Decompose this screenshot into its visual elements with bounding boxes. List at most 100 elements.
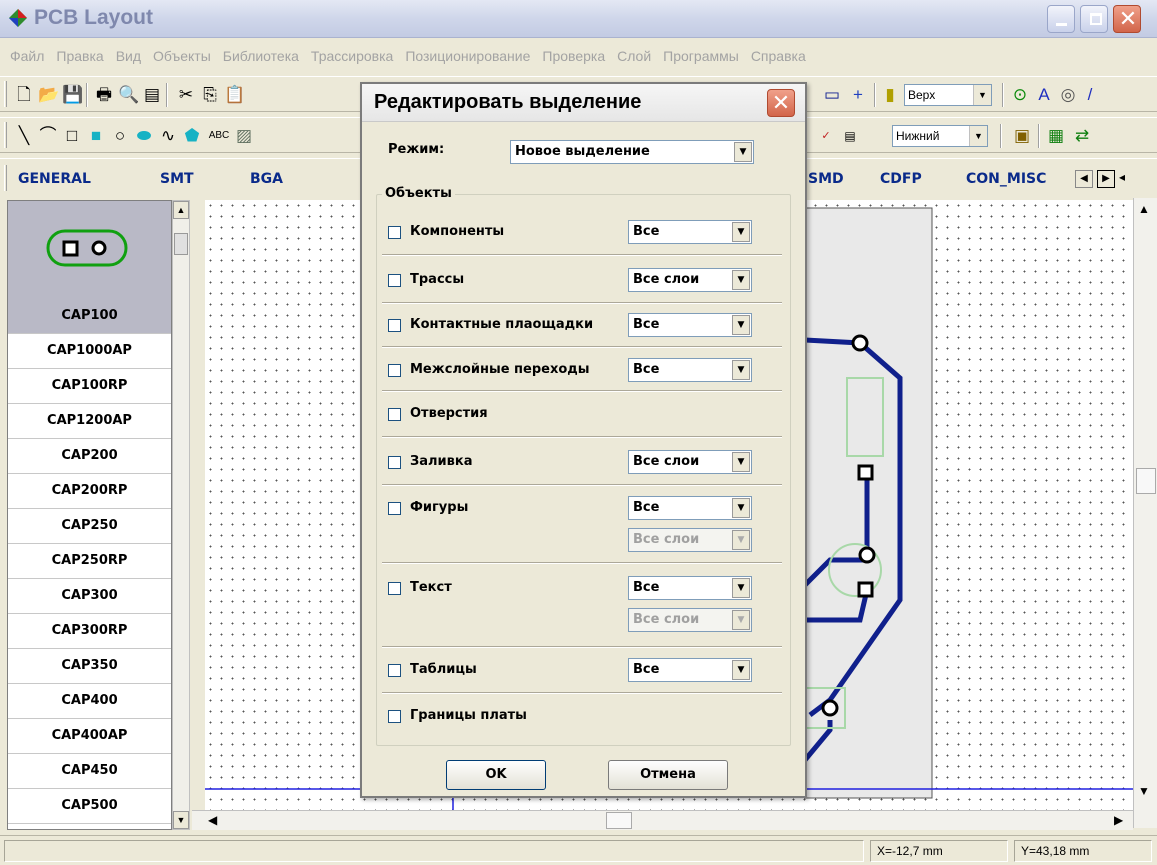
toolbar-grip[interactable] bbox=[4, 122, 7, 148]
list-item[interactable]: CAP400AP bbox=[8, 719, 171, 754]
paste-icon[interactable]: 📋 bbox=[224, 85, 245, 105]
save-icon[interactable]: 💾 bbox=[62, 85, 83, 105]
menu-programs[interactable]: Программы bbox=[657, 44, 745, 72]
scroll-up-icon[interactable]: ▲ bbox=[173, 201, 189, 219]
drc-icon[interactable]: ✓ bbox=[816, 126, 836, 146]
cut-icon[interactable]: ✂ bbox=[176, 85, 196, 105]
list-item[interactable]: CAP200 bbox=[8, 439, 171, 474]
arc-icon[interactable]: ⌒ bbox=[38, 126, 58, 146]
text-tool-icon[interactable]: ABC bbox=[206, 126, 232, 146]
via-icon[interactable]: ⊙ bbox=[1010, 85, 1030, 105]
rectangle-icon[interactable]: □ bbox=[62, 126, 82, 146]
text-checkbox[interactable] bbox=[388, 582, 401, 595]
mode-select[interactable]: Новое выделение ▼ bbox=[510, 140, 754, 164]
holes-checkbox[interactable] bbox=[388, 408, 401, 421]
pads-filter-select[interactable]: Все ▼ bbox=[628, 313, 752, 337]
list-item[interactable]: CAP200RP bbox=[8, 474, 171, 509]
scroll-thumb[interactable] bbox=[1136, 468, 1156, 494]
dialog-close-button[interactable]: ✕ bbox=[767, 89, 795, 117]
swap-icon[interactable]: ⇄ bbox=[1072, 126, 1092, 146]
ok-button[interactable]: OK bbox=[446, 760, 546, 790]
menu-layer[interactable]: Слой bbox=[611, 44, 657, 72]
list-item[interactable]: CAP1200AP bbox=[8, 404, 171, 439]
scroll-thumb[interactable] bbox=[174, 233, 188, 255]
route-icon[interactable]: / bbox=[1080, 85, 1100, 105]
tab-smt[interactable]: SMT bbox=[160, 171, 194, 187]
circle-icon[interactable]: ○ bbox=[110, 126, 130, 146]
traces-layer-select[interactable]: Все слои ▼ bbox=[628, 268, 752, 292]
menu-check[interactable]: Проверка bbox=[536, 44, 611, 72]
menu-placement[interactable]: Позиционирование bbox=[399, 44, 536, 72]
list-item[interactable]: CAP1000AP bbox=[8, 334, 171, 369]
list-item[interactable]: CAP100 bbox=[8, 299, 171, 334]
vias-filter-select[interactable]: Все ▼ bbox=[628, 358, 752, 382]
tab-general[interactable]: GENERAL bbox=[18, 171, 91, 187]
list-item[interactable]: CAP400 bbox=[8, 684, 171, 719]
list-item[interactable]: CAP350 bbox=[8, 649, 171, 684]
scroll-thumb[interactable] bbox=[606, 812, 632, 829]
tables-filter-select[interactable]: Все ▼ bbox=[628, 658, 752, 682]
new-file-icon[interactable]: 🗋 bbox=[14, 85, 34, 105]
close-button[interactable]: ✕ bbox=[1113, 5, 1141, 33]
scroll-down-icon[interactable]: ▼ bbox=[1138, 784, 1150, 798]
tables-checkbox[interactable] bbox=[388, 664, 401, 677]
pad-icon[interactable]: ▣ bbox=[1012, 126, 1032, 146]
vias-checkbox[interactable] bbox=[388, 364, 401, 377]
polyline-icon[interactable]: ∿ bbox=[158, 126, 178, 146]
filled-rectangle-icon[interactable]: ■ bbox=[86, 126, 106, 146]
scroll-up-icon[interactable]: ▲ bbox=[1138, 202, 1150, 216]
tab-cdfp[interactable]: CDFP bbox=[880, 171, 922, 187]
maximize-button[interactable] bbox=[1080, 5, 1108, 33]
list-item[interactable]: CAP300RP bbox=[8, 614, 171, 649]
top-layer-select[interactable]: Верх ▼ bbox=[904, 84, 992, 106]
shapes-checkbox[interactable] bbox=[388, 502, 401, 515]
tab-scroll-left-button[interactable]: ◀ bbox=[1075, 170, 1093, 188]
tab-scroll-right-button[interactable]: ▶ bbox=[1097, 170, 1115, 188]
page-setup-icon[interactable]: ▤ bbox=[142, 85, 162, 105]
open-folder-icon[interactable]: 📂 bbox=[38, 85, 59, 105]
canvas-horizontal-scrollbar[interactable]: ◀ ▶ bbox=[192, 810, 1133, 830]
board-outline-checkbox[interactable] bbox=[388, 710, 401, 723]
drc-report-icon[interactable]: ▤ bbox=[840, 126, 860, 146]
copy-icon[interactable]: ⎘ bbox=[200, 85, 220, 105]
hole-icon[interactable]: ◎ bbox=[1058, 85, 1078, 105]
canvas-vertical-scrollbar[interactable]: ▲ ▼ bbox=[1133, 198, 1157, 828]
list-item[interactable]: CAP450 bbox=[8, 754, 171, 789]
picture-icon[interactable]: ▨ bbox=[234, 126, 254, 146]
list-item[interactable]: CAP100RP bbox=[8, 369, 171, 404]
minimize-button[interactable] bbox=[1047, 5, 1075, 33]
components-checkbox[interactable] bbox=[388, 226, 401, 239]
menu-library[interactable]: Библиотека bbox=[217, 44, 305, 72]
menu-objects[interactable]: Объекты bbox=[147, 44, 217, 72]
cancel-button[interactable]: Отмена bbox=[608, 760, 728, 790]
scroll-down-icon[interactable]: ▼ bbox=[173, 811, 189, 829]
crosshair-icon[interactable]: + bbox=[848, 85, 868, 105]
list-item[interactable]: CAP300 bbox=[8, 579, 171, 614]
shapes-filter-select[interactable]: Все ▼ bbox=[628, 496, 752, 520]
layer-icon[interactable]: ▭ bbox=[822, 85, 842, 105]
toolbar-grip[interactable] bbox=[4, 165, 7, 191]
print-preview-icon[interactable]: 🔍 bbox=[118, 85, 139, 105]
line-icon[interactable]: ╲ bbox=[14, 126, 34, 146]
tab-smd[interactable]: SMD bbox=[808, 171, 844, 187]
menu-file[interactable]: Файл bbox=[4, 44, 50, 72]
tab-menu-icon[interactable]: ◂ bbox=[1119, 170, 1125, 184]
scroll-left-icon[interactable]: ◀ bbox=[208, 813, 217, 827]
component-list-scrollbar[interactable]: ▲ ▼ bbox=[172, 200, 190, 830]
pads-checkbox[interactable] bbox=[388, 319, 401, 332]
print-icon[interactable]: 🖶 bbox=[94, 85, 114, 105]
menu-edit[interactable]: Правка bbox=[50, 44, 109, 72]
menu-help[interactable]: Справка bbox=[745, 44, 812, 72]
text-icon[interactable]: A bbox=[1034, 85, 1054, 105]
chip-icon[interactable]: ▮ bbox=[880, 85, 900, 105]
toolbar-grip[interactable] bbox=[4, 81, 7, 107]
component-icon[interactable]: ▦ bbox=[1046, 126, 1066, 146]
tab-bga[interactable]: BGA bbox=[250, 171, 283, 187]
bottom-layer-select[interactable]: Нижний ▼ bbox=[892, 125, 988, 147]
list-item[interactable]: CAP250 bbox=[8, 509, 171, 544]
menu-view[interactable]: Вид bbox=[110, 44, 147, 72]
fill-checkbox[interactable] bbox=[388, 456, 401, 469]
tab-con-misc[interactable]: CON_MISC bbox=[966, 171, 1046, 187]
text-filter-select[interactable]: Все ▼ bbox=[628, 576, 752, 600]
components-filter-select[interactable]: Все ▼ bbox=[628, 220, 752, 244]
